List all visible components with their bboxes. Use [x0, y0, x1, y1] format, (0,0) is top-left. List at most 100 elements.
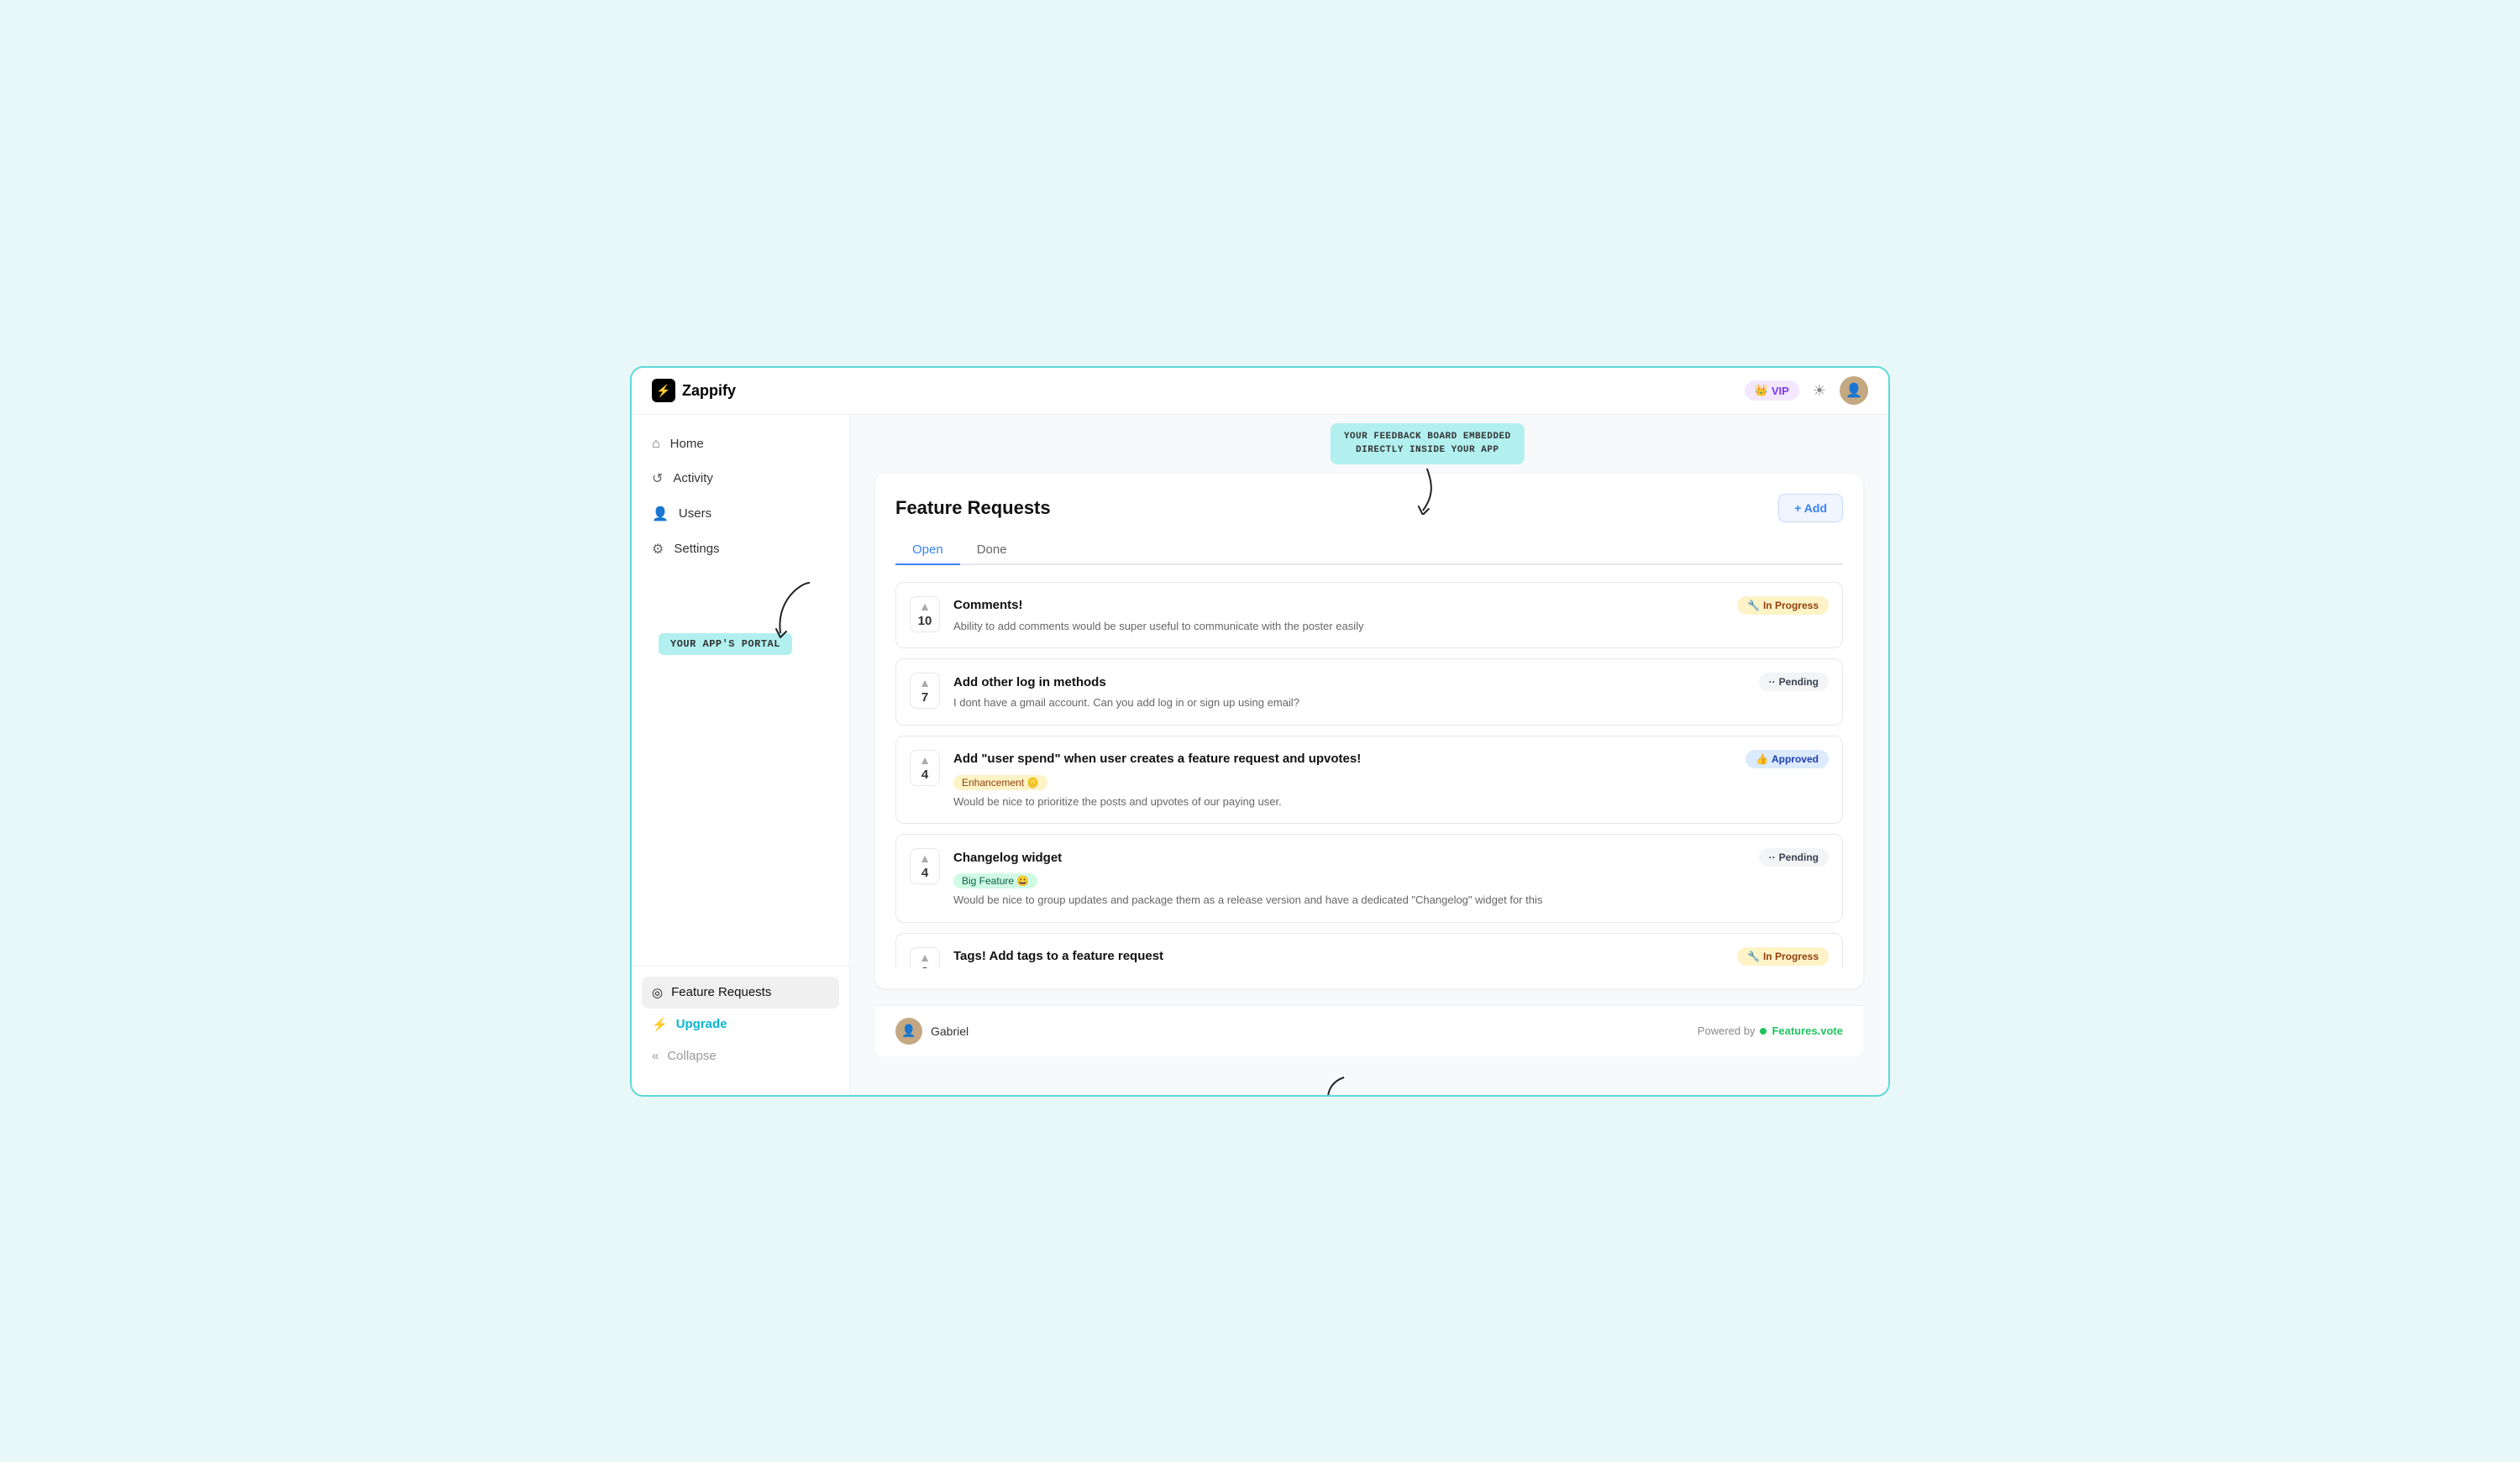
- powered-by-link[interactable]: Features.vote: [1772, 1024, 1843, 1037]
- status-badge: 🔧 In Progress: [1737, 596, 1829, 615]
- feature-desc: Would be nice to group updates and packa…: [953, 892, 1829, 909]
- feature-title: Changelog widget: [953, 851, 1062, 865]
- sidebar-item-home-label: Home: [670, 437, 704, 451]
- feature-tag: Big Feature 😀: [953, 873, 1037, 888]
- sidebar-item-feature-requests[interactable]: ◎ Feature Requests: [642, 977, 839, 1009]
- feedback-arrow-svg: [1402, 464, 1452, 515]
- user-arrow-svg: [1315, 1073, 1357, 1095]
- powered-by: Powered by Features.vote: [1698, 1024, 1843, 1037]
- status-icon: 👍: [1756, 753, 1768, 765]
- sidebar-item-users-label: Users: [679, 506, 711, 521]
- settings-icon: ⚙: [652, 541, 664, 558]
- feature-desc: I dont have a gmail account. Can you add…: [953, 694, 1829, 711]
- app-frame: ⚡ Zappify 👑 VIP ☀ 👤 ⌂ Home ↺ Activity: [630, 366, 1890, 1097]
- sidebar-nav: ⌂ Home ↺ Activity 👤 Users ⚙ Settings: [632, 428, 849, 966]
- vote-box[interactable]: ▲ 4: [910, 848, 940, 884]
- feedback-annotation: YOUR FEEDBACK BOARD EMBEDDED DIRECTLY IN…: [1331, 423, 1525, 515]
- feature-item[interactable]: ▲ 3 Tags! Add tags to a feature request …: [895, 933, 1843, 968]
- upvote-icon[interactable]: ▲: [919, 754, 931, 766]
- home-icon: ⌂: [652, 437, 660, 452]
- status-icon: 🔧: [1747, 600, 1760, 611]
- vote-count: 4: [921, 866, 928, 880]
- theme-toggle-icon[interactable]: ☀: [1813, 382, 1826, 400]
- status-icon: 🔧: [1747, 951, 1760, 962]
- tabs: Open Done: [895, 536, 1843, 565]
- feature-body: Add "user spend" when user creates a fea…: [953, 750, 1829, 810]
- status-label: In Progress: [1763, 951, 1819, 962]
- feature-item[interactable]: ▲ 4 Changelog widget ·· Pending: [895, 834, 1843, 923]
- footer-username: Gabriel: [931, 1024, 969, 1038]
- app-logo[interactable]: ⚡ Zappify: [652, 379, 736, 402]
- green-dot-icon: [1760, 1028, 1767, 1035]
- vip-label: VIP: [1772, 385, 1789, 397]
- vip-badge[interactable]: 👑 VIP: [1745, 380, 1799, 401]
- vote-box[interactable]: ▲ 4: [910, 750, 940, 786]
- status-icon: ··: [1769, 676, 1776, 688]
- logo-icon: ⚡: [652, 379, 675, 402]
- sidebar-feature-requests-label: Feature Requests: [671, 985, 771, 999]
- vip-icon: 👑: [1755, 384, 1768, 397]
- vote-box[interactable]: ▲ 7: [910, 673, 940, 709]
- upgrade-icon: ⚡: [652, 1017, 668, 1032]
- feature-title-row: Add "user spend" when user creates a fea…: [953, 750, 1829, 768]
- vote-box[interactable]: ▲ 10: [910, 596, 940, 632]
- feature-title-row: Add other log in methods ·· Pending: [953, 673, 1829, 691]
- status-badge: ·· Pending: [1759, 673, 1829, 691]
- feature-panel-title: Feature Requests: [895, 497, 1051, 519]
- tab-done[interactable]: Done: [960, 536, 1024, 565]
- sidebar-item-activity[interactable]: ↺ Activity: [642, 462, 839, 495]
- add-button-label: + Add: [1794, 501, 1827, 515]
- topbar: ⚡ Zappify 👑 VIP ☀ 👤: [632, 368, 1888, 415]
- tab-done-label: Done: [977, 542, 1007, 557]
- sidebar-item-home[interactable]: ⌂ Home: [642, 428, 839, 460]
- sidebar-item-collapse[interactable]: « Collapse: [642, 1040, 839, 1072]
- tab-open-label: Open: [912, 542, 943, 557]
- user-avatar[interactable]: 👤: [1840, 376, 1868, 405]
- feature-item[interactable]: ▲ 7 Add other log in methods ·· Pending: [895, 658, 1843, 726]
- status-badge: ·· Pending: [1759, 848, 1829, 867]
- upvote-icon[interactable]: ▲: [919, 600, 931, 612]
- feature-items-list: ▲ 10 Comments! 🔧 In Progress: [895, 582, 1843, 968]
- feature-title: Add "user spend" when user creates a fea…: [953, 752, 1361, 766]
- feature-requests-icon: ◎: [652, 985, 663, 1000]
- tab-open[interactable]: Open: [895, 536, 960, 565]
- portal-arrow-svg: [768, 574, 818, 642]
- vote-count: 4: [921, 768, 928, 782]
- feature-body: Comments! 🔧 In Progress Ability to add c…: [953, 596, 1829, 635]
- app-name: Zappify: [682, 382, 736, 400]
- add-button[interactable]: + Add: [1778, 494, 1843, 522]
- sidebar-item-settings[interactable]: ⚙ Settings: [642, 532, 839, 566]
- vote-box[interactable]: ▲ 3: [910, 947, 940, 968]
- upvote-icon[interactable]: ▲: [919, 951, 931, 963]
- feature-title: Add other log in methods: [953, 675, 1106, 689]
- sidebar-item-users[interactable]: 👤 Users: [642, 497, 839, 531]
- status-label: Pending: [1779, 676, 1819, 688]
- sidebar-item-upgrade[interactable]: ⚡ Upgrade: [642, 1009, 839, 1040]
- feature-title-row: Tags! Add tags to a feature request 🔧 In…: [953, 947, 1829, 966]
- status-badge: 👍 Approved: [1746, 750, 1829, 768]
- feature-title-row: Changelog widget ·· Pending: [953, 848, 1829, 867]
- feedback-label: YOUR FEEDBACK BOARD EMBEDDED DIRECTLY IN…: [1331, 423, 1525, 464]
- feature-title-row: Comments! 🔧 In Progress: [953, 596, 1829, 615]
- feature-title: Tags! Add tags to a feature request: [953, 949, 1163, 963]
- users-icon: 👤: [652, 506, 669, 522]
- main-layout: ⌂ Home ↺ Activity 👤 Users ⚙ Settings: [632, 415, 1888, 1095]
- feature-body: Changelog widget ·· Pending Big Feature …: [953, 848, 1829, 909]
- feedback-line1: YOUR FEEDBACK BOARD EMBEDDED: [1344, 432, 1511, 442]
- upvote-icon[interactable]: ▲: [919, 852, 931, 864]
- sidebar-upgrade-label: Upgrade: [676, 1017, 727, 1031]
- collapse-icon: «: [652, 1049, 659, 1063]
- feature-item[interactable]: ▲ 10 Comments! 🔧 In Progress: [895, 582, 1843, 649]
- vote-count: 10: [918, 614, 932, 628]
- feature-tag: Enhancement 🪙: [953, 775, 1047, 790]
- portal-annotation: YOUR APP'S PORTAL: [659, 633, 839, 655]
- user-annotation: YOUR USER'S SESSION (NO NEED FOR ADDITIO…: [850, 1056, 1888, 1095]
- footer-user: 👤 Gabriel: [895, 1018, 969, 1045]
- feature-item[interactable]: ▲ 4 Add "user spend" when user creates a…: [895, 736, 1843, 825]
- vote-count: 7: [921, 690, 928, 705]
- feature-body: Tags! Add tags to a feature request 🔧 In…: [953, 947, 1829, 968]
- status-label: Pending: [1779, 852, 1819, 863]
- upvote-icon[interactable]: ▲: [919, 677, 931, 689]
- activity-icon: ↺: [652, 470, 663, 487]
- feature-desc: Would be nice to prioritize the posts an…: [953, 794, 1829, 810]
